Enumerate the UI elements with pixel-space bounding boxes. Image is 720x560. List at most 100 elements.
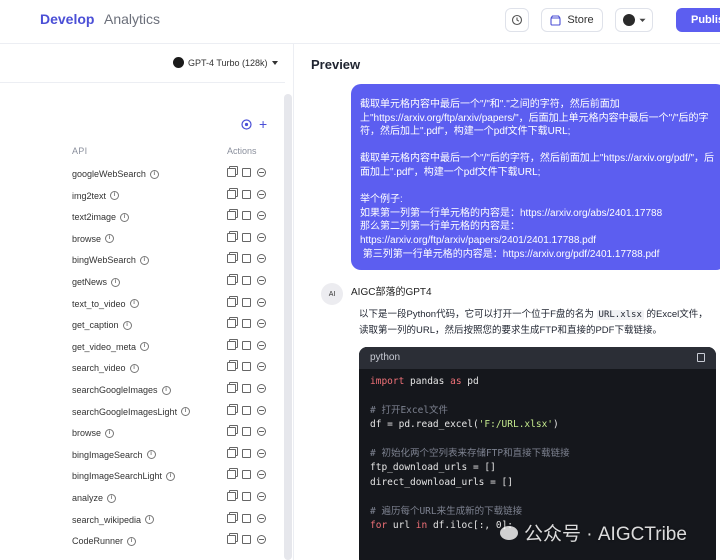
edit-icon[interactable] bbox=[242, 254, 251, 264]
settings-circle-icon[interactable] bbox=[241, 119, 252, 133]
code-keyword: for bbox=[370, 520, 388, 532]
api-row: googleWebSearch i bbox=[72, 165, 272, 183]
remove-icon[interactable] bbox=[257, 211, 266, 221]
inline-code: URL.xlsx bbox=[596, 310, 644, 320]
remove-icon[interactable] bbox=[257, 276, 266, 285]
copy-icon[interactable] bbox=[227, 535, 236, 545]
edit-icon[interactable] bbox=[242, 276, 251, 285]
remove-icon[interactable] bbox=[257, 448, 266, 458]
remove-icon[interactable] bbox=[257, 492, 266, 501]
info-icon[interactable]: i bbox=[145, 515, 155, 525]
store-button[interactable]: Store bbox=[541, 8, 603, 32]
info-icon[interactable]: i bbox=[105, 428, 115, 438]
info-icon[interactable]: i bbox=[120, 212, 130, 222]
copy-icon[interactable] bbox=[227, 492, 236, 501]
edit-icon[interactable] bbox=[242, 513, 251, 523]
divider bbox=[0, 82, 285, 83]
code-token: pandas bbox=[404, 376, 451, 387]
remove-icon[interactable] bbox=[257, 254, 266, 264]
api-name: get_caption bbox=[72, 320, 119, 331]
remove-icon[interactable] bbox=[257, 384, 266, 393]
copy-icon[interactable] bbox=[227, 254, 236, 264]
info-icon[interactable]: i bbox=[166, 471, 176, 481]
info-icon[interactable]: i bbox=[122, 320, 132, 330]
remove-icon[interactable] bbox=[257, 319, 266, 329]
remove-icon[interactable] bbox=[257, 405, 266, 415]
chevron-down-icon bbox=[639, 18, 645, 22]
info-icon[interactable]: i bbox=[110, 191, 120, 201]
publish-button[interactable]: Publish bbox=[676, 8, 720, 32]
add-plugin-icon[interactable]: + bbox=[259, 116, 267, 132]
api-name: search_video bbox=[72, 363, 126, 374]
remove-icon[interactable] bbox=[257, 168, 266, 177]
edit-icon[interactable] bbox=[242, 319, 251, 329]
edit-icon[interactable] bbox=[242, 405, 251, 415]
api-row: bingWebSearch i bbox=[72, 251, 272, 269]
edit-icon[interactable] bbox=[242, 362, 251, 372]
account-menu[interactable] bbox=[615, 8, 653, 32]
api-row: browse i bbox=[72, 230, 272, 248]
copy-icon[interactable] bbox=[227, 276, 236, 285]
remove-icon[interactable] bbox=[257, 232, 266, 242]
history-button[interactable] bbox=[505, 8, 529, 32]
edit-icon[interactable] bbox=[242, 470, 251, 480]
copy-icon[interactable] bbox=[697, 353, 705, 362]
info-icon[interactable]: i bbox=[181, 407, 191, 417]
copy-icon[interactable] bbox=[227, 427, 236, 437]
bot-name: AIGC部落的GPT4 bbox=[351, 287, 432, 298]
info-icon[interactable]: i bbox=[129, 299, 139, 309]
edit-icon[interactable] bbox=[242, 168, 251, 177]
copy-icon[interactable] bbox=[227, 405, 236, 415]
copy-icon[interactable] bbox=[227, 211, 236, 221]
api-row: get_caption i bbox=[72, 316, 272, 334]
copy-icon[interactable] bbox=[227, 513, 236, 523]
remove-icon[interactable] bbox=[257, 297, 266, 307]
info-icon[interactable]: i bbox=[105, 234, 115, 244]
remove-icon[interactable] bbox=[257, 427, 266, 437]
copy-icon[interactable] bbox=[227, 384, 236, 393]
remove-icon[interactable] bbox=[257, 340, 266, 350]
plugin-config-panel: GPT-4 Turbo (128k) + API Actions googleW… bbox=[0, 44, 294, 560]
edit-icon[interactable] bbox=[242, 189, 251, 199]
remove-icon[interactable] bbox=[257, 535, 266, 545]
edit-icon[interactable] bbox=[242, 232, 251, 242]
info-icon[interactable]: i bbox=[129, 363, 139, 373]
info-icon[interactable]: i bbox=[107, 493, 117, 503]
tab-analytics[interactable]: Analytics bbox=[104, 11, 160, 27]
info-icon[interactable]: i bbox=[149, 169, 159, 179]
copy-icon[interactable] bbox=[227, 362, 236, 372]
edit-icon[interactable] bbox=[242, 535, 251, 545]
info-icon[interactable]: i bbox=[127, 536, 137, 546]
edit-icon[interactable] bbox=[242, 448, 251, 458]
remove-icon[interactable] bbox=[257, 362, 266, 372]
api-row: get_video_meta i bbox=[72, 338, 272, 356]
copy-icon[interactable] bbox=[227, 448, 236, 458]
remove-icon[interactable] bbox=[257, 189, 266, 199]
remove-icon[interactable] bbox=[257, 513, 266, 523]
copy-icon[interactable] bbox=[227, 168, 236, 177]
info-icon[interactable]: i bbox=[161, 385, 171, 395]
info-icon[interactable]: i bbox=[111, 277, 121, 287]
model-select[interactable]: GPT-4 Turbo (128k) bbox=[173, 57, 278, 68]
edit-icon[interactable] bbox=[242, 427, 251, 437]
scrollbar[interactable] bbox=[284, 94, 292, 560]
edit-icon[interactable] bbox=[242, 492, 251, 501]
info-icon[interactable]: i bbox=[146, 450, 156, 460]
edit-icon[interactable] bbox=[242, 211, 251, 221]
copy-icon[interactable] bbox=[227, 470, 236, 480]
info-icon[interactable]: i bbox=[140, 342, 150, 352]
api-row: analyze i bbox=[72, 489, 272, 507]
copy-icon[interactable] bbox=[227, 319, 236, 329]
info-icon[interactable]: i bbox=[139, 255, 149, 265]
row-actions bbox=[227, 189, 266, 199]
copy-icon[interactable] bbox=[227, 340, 236, 350]
copy-icon[interactable] bbox=[227, 297, 236, 307]
edit-icon[interactable] bbox=[242, 384, 251, 393]
tab-develop[interactable]: Develop bbox=[40, 11, 94, 27]
edit-icon[interactable] bbox=[242, 340, 251, 350]
copy-icon[interactable] bbox=[227, 232, 236, 242]
row-actions bbox=[227, 276, 266, 285]
edit-icon[interactable] bbox=[242, 297, 251, 307]
copy-icon[interactable] bbox=[227, 189, 236, 199]
remove-icon[interactable] bbox=[257, 470, 266, 480]
